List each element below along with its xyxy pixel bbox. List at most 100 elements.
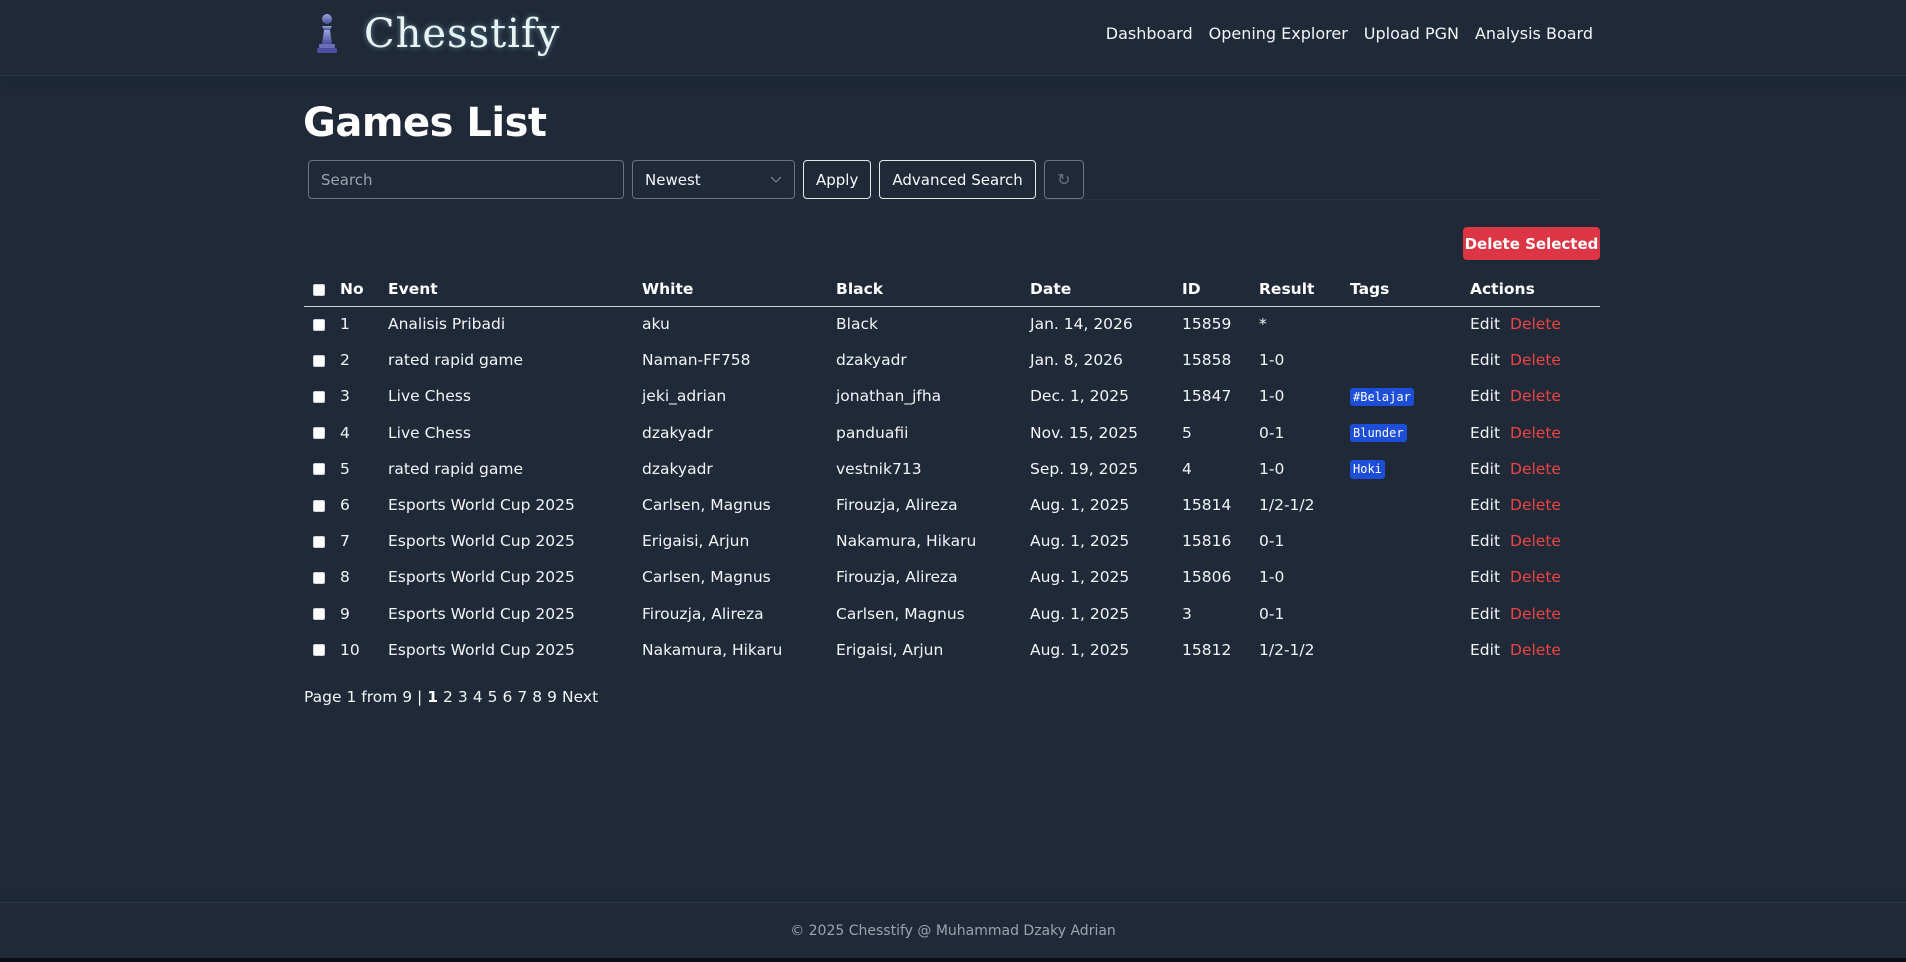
cell-actions: Edit Delete xyxy=(1470,596,1600,632)
cell-date: Aug. 1, 2025 xyxy=(1030,496,1130,515)
edit-link[interactable]: Edit xyxy=(1470,496,1500,514)
page-link-2[interactable]: 2 xyxy=(443,688,453,706)
cell-id: 3 xyxy=(1182,604,1192,623)
row-checkbox[interactable] xyxy=(313,535,325,548)
cell-no: 9 xyxy=(340,604,350,623)
page-link-6[interactable]: 6 xyxy=(503,688,513,706)
edit-link[interactable]: Edit xyxy=(1470,387,1500,405)
table-row: 5 rated rapid game dzakyadr vestnik713 S… xyxy=(304,451,1600,487)
page-link-7[interactable]: 7 xyxy=(517,688,527,706)
cell-result: 1-0 xyxy=(1259,459,1285,478)
tag-badge[interactable]: Blunder xyxy=(1350,423,1407,443)
row-checkbox[interactable] xyxy=(313,608,325,621)
col-tags: Tags xyxy=(1350,273,1470,307)
main-nav: Dashboard Opening Explorer Upload PGN An… xyxy=(1106,24,1593,43)
cell-id: 15847 xyxy=(1182,387,1232,406)
row-checkbox[interactable] xyxy=(313,318,325,331)
sort-select[interactable]: Newest xyxy=(632,160,795,199)
cell-id: 15858 xyxy=(1182,351,1232,370)
cell-white: Firouzja, Alireza xyxy=(642,604,764,623)
pagination: Page 1 from 9 | 1 2 3 4 5 6 7 8 9 Next xyxy=(304,688,598,706)
delete-link[interactable]: Delete xyxy=(1510,351,1561,369)
cell-no: 7 xyxy=(340,532,350,551)
cell-no: 8 xyxy=(340,568,350,587)
edit-link[interactable]: Edit xyxy=(1470,315,1500,333)
advanced-search-button[interactable]: Advanced Search xyxy=(879,160,1036,199)
cell-date: Aug. 1, 2025 xyxy=(1030,604,1130,623)
cell-date: Jan. 8, 2026 xyxy=(1030,351,1123,370)
cell-date: Nov. 15, 2025 xyxy=(1030,423,1138,442)
refresh-icon: ↻ xyxy=(1057,171,1071,189)
page-link-4[interactable]: 4 xyxy=(473,688,483,706)
table-header-row: No Event White Black Date ID Result Tags… xyxy=(304,273,1600,307)
col-white: White xyxy=(642,273,836,307)
nav-analysis-board[interactable]: Analysis Board xyxy=(1475,24,1593,43)
edit-link[interactable]: Edit xyxy=(1470,605,1500,623)
cell-result: 1/2-1/2 xyxy=(1259,496,1315,515)
delete-link[interactable]: Delete xyxy=(1510,387,1561,405)
cell-event: Esports World Cup 2025 xyxy=(388,496,575,515)
edit-link[interactable]: Edit xyxy=(1470,460,1500,478)
delete-link[interactable]: Delete xyxy=(1510,424,1561,442)
cell-date: Sep. 19, 2025 xyxy=(1030,459,1139,478)
delete-link[interactable]: Delete xyxy=(1510,568,1561,586)
cell-tags xyxy=(1350,559,1470,595)
page-link-9[interactable]: 9 xyxy=(547,688,557,706)
table-row: 8 Esports World Cup 2025 Carlsen, Magnus… xyxy=(304,559,1600,595)
nav-dashboard[interactable]: Dashboard xyxy=(1106,24,1193,43)
cell-event: Live Chess xyxy=(388,423,471,442)
cell-date: Dec. 1, 2025 xyxy=(1030,387,1130,406)
nav-upload-pgn[interactable]: Upload PGN xyxy=(1364,24,1459,43)
edit-link[interactable]: Edit xyxy=(1470,351,1500,369)
cell-actions: Edit Delete xyxy=(1470,487,1600,523)
row-checkbox[interactable] xyxy=(313,427,325,440)
page-link-1[interactable]: 1 xyxy=(427,688,438,706)
tag-badge[interactable]: Hoki xyxy=(1350,460,1385,479)
cell-no: 3 xyxy=(340,387,350,406)
delete-link[interactable]: Delete xyxy=(1510,605,1561,623)
apply-button[interactable]: Apply xyxy=(803,160,872,199)
delete-link[interactable]: Delete xyxy=(1510,496,1561,514)
delete-selected-button[interactable]: Delete Selected xyxy=(1463,227,1600,260)
page-link-5[interactable]: 5 xyxy=(488,688,498,706)
refresh-button[interactable]: ↻ xyxy=(1043,160,1084,199)
delete-link[interactable]: Delete xyxy=(1510,641,1561,659)
brand-logo[interactable]: Chesstify xyxy=(310,10,560,58)
cell-no: 1 xyxy=(340,315,350,334)
cell-no: 2 xyxy=(340,351,350,370)
page-link-3[interactable]: 3 xyxy=(458,688,468,706)
chevron-down-icon xyxy=(770,173,782,187)
row-checkbox[interactable] xyxy=(313,644,325,657)
cell-actions: Edit Delete xyxy=(1470,342,1600,378)
tag-badge[interactable]: #Belajar xyxy=(1350,387,1414,407)
delete-link[interactable]: Delete xyxy=(1510,315,1561,333)
cell-event: Live Chess xyxy=(388,387,471,406)
cell-no: 6 xyxy=(340,496,350,515)
table-row: 1 Analisis Pribadi aku Black Jan. 14, 20… xyxy=(304,306,1600,342)
cell-actions: Edit Delete xyxy=(1470,378,1600,414)
delete-link[interactable]: Delete xyxy=(1510,532,1561,550)
col-event: Event xyxy=(388,273,642,307)
cell-white: dzakyadr xyxy=(642,459,713,478)
select-all-checkbox[interactable] xyxy=(313,283,325,296)
row-checkbox[interactable] xyxy=(313,571,325,584)
nav-opening-explorer[interactable]: Opening Explorer xyxy=(1209,24,1348,43)
next-page-link[interactable]: Next xyxy=(562,688,598,706)
table-row: 4 Live Chess dzakyadr panduafii Nov. 15,… xyxy=(304,415,1600,451)
search-input[interactable] xyxy=(308,160,624,199)
cell-black: Carlsen, Magnus xyxy=(836,604,965,623)
edit-link[interactable]: Edit xyxy=(1470,641,1500,659)
edit-link[interactable]: Edit xyxy=(1470,532,1500,550)
row-checkbox[interactable] xyxy=(313,499,325,512)
edit-link[interactable]: Edit xyxy=(1470,424,1500,442)
cell-result: 1-0 xyxy=(1259,387,1285,406)
row-checkbox[interactable] xyxy=(313,354,325,367)
edit-link[interactable]: Edit xyxy=(1470,568,1500,586)
delete-link[interactable]: Delete xyxy=(1510,460,1561,478)
top-navbar: Chesstify Dashboard Opening Explorer Upl… xyxy=(0,0,1906,76)
row-checkbox[interactable] xyxy=(313,390,325,403)
filter-toolbar: Newest Apply Advanced Search ↻ xyxy=(308,160,1084,199)
row-checkbox[interactable] xyxy=(313,463,325,476)
page-link-8[interactable]: 8 xyxy=(532,688,542,706)
chess-pawn-icon xyxy=(310,10,344,58)
